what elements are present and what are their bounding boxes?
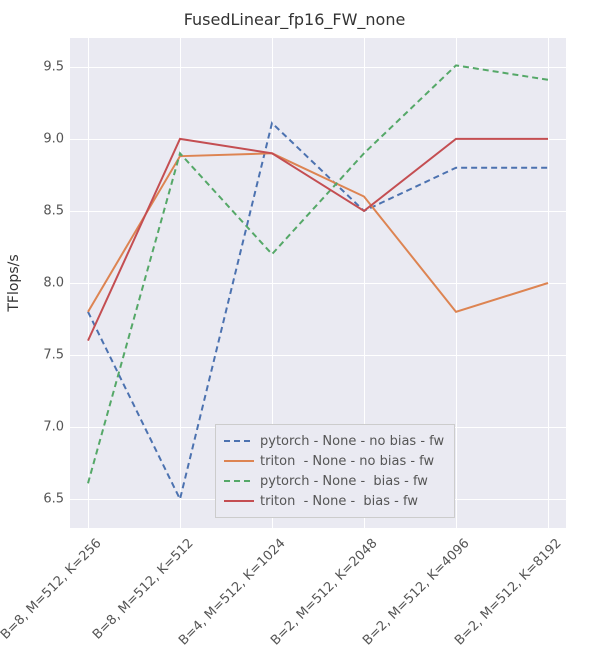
legend-swatch (224, 496, 254, 506)
y-tick-label: 9.0 (0, 131, 64, 146)
y-tick-label: 6.5 (0, 492, 64, 507)
chart-plot-area: pytorch - None - no bias - fw triton - No… (70, 38, 566, 528)
legend-entry: pytorch - None - no bias - fw (224, 431, 444, 451)
legend-swatch (224, 436, 254, 446)
series-line (88, 65, 548, 483)
x-tick-label: B=8, M=512, K=512 (90, 536, 197, 643)
legend-label: triton - None - bias - fw (260, 494, 418, 509)
y-tick-label: 8.5 (0, 203, 64, 218)
legend-entry: pytorch - None - bias - fw (224, 471, 444, 491)
legend-entry: triton - None - no bias - fw (224, 451, 444, 471)
x-tick-label: B=4, M=512, K=1024 (176, 536, 288, 648)
x-tick-label: B=8, M=512, K=256 (0, 536, 105, 643)
series-line (88, 139, 548, 341)
x-tick-label: B=2, M=512, K=8192 (452, 536, 564, 648)
chart-title: FusedLinear_fp16_FW_none (0, 10, 589, 29)
y-tick-label: 7.5 (0, 348, 64, 363)
legend-swatch (224, 456, 254, 466)
legend-label: pytorch - None - no bias - fw (260, 434, 444, 449)
x-tick-label: B=2, M=512, K=2048 (268, 536, 380, 648)
x-tick-label: B=2, M=512, K=4096 (360, 536, 472, 648)
y-tick-label: 8.0 (0, 276, 64, 291)
legend-label: triton - None - no bias - fw (260, 454, 434, 469)
y-tick-label: 7.0 (0, 420, 64, 435)
legend-swatch (224, 476, 254, 486)
chart-legend: pytorch - None - no bias - fw triton - No… (215, 424, 455, 518)
legend-label: pytorch - None - bias - fw (260, 474, 428, 489)
y-tick-label: 9.5 (0, 59, 64, 74)
legend-entry: triton - None - bias - fw (224, 491, 444, 511)
